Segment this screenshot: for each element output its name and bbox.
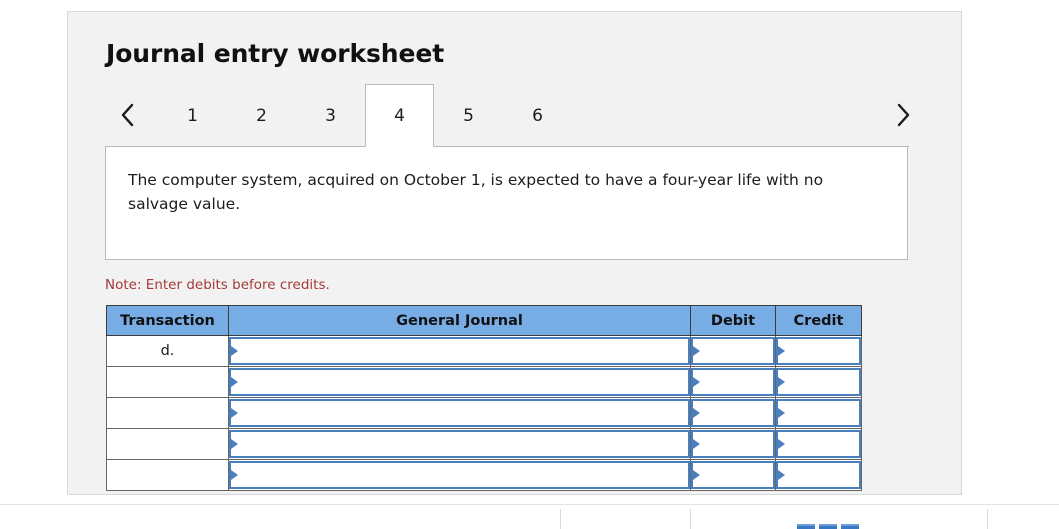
toolbar-button-group bbox=[797, 524, 859, 529]
general-journal-input-cell[interactable] bbox=[228, 428, 691, 460]
tab-3[interactable]: 3 bbox=[296, 84, 365, 147]
debit-input-cell[interactable] bbox=[690, 397, 776, 429]
tab-3-label: 3 bbox=[325, 105, 336, 126]
dropdown-arrow-icon[interactable] bbox=[778, 408, 785, 418]
dropdown-arrow-icon[interactable] bbox=[693, 470, 700, 480]
column-header-general-journal: General Journal bbox=[228, 305, 691, 336]
dropdown-arrow-icon[interactable] bbox=[693, 439, 700, 449]
credit-input-cell[interactable] bbox=[775, 428, 862, 460]
general-journal-input[interactable] bbox=[229, 368, 690, 396]
dropdown-arrow-icon[interactable] bbox=[231, 377, 238, 387]
toolbar-button-3[interactable] bbox=[841, 524, 859, 529]
general-journal-input-cell[interactable] bbox=[228, 366, 691, 398]
dropdown-arrow-icon[interactable] bbox=[231, 439, 238, 449]
toolbar-button-1[interactable] bbox=[797, 524, 815, 529]
tab-5[interactable]: 5 bbox=[434, 84, 503, 147]
credit-input-cell[interactable] bbox=[775, 459, 862, 491]
debit-input-cell[interactable] bbox=[690, 366, 776, 398]
dropdown-arrow-icon[interactable] bbox=[778, 470, 785, 480]
credit-input[interactable] bbox=[776, 399, 861, 427]
bottom-toolbar bbox=[0, 504, 1059, 529]
transaction-label-cell: d. bbox=[106, 335, 229, 367]
tab-1[interactable]: 1 bbox=[158, 84, 227, 147]
tab-list: 1 2 3 4 5 6 bbox=[158, 84, 572, 147]
toolbar-button-2[interactable] bbox=[819, 524, 837, 529]
general-journal-input[interactable] bbox=[229, 430, 690, 458]
toolbar-divider bbox=[690, 509, 691, 529]
debit-input[interactable] bbox=[691, 337, 775, 365]
debit-input[interactable] bbox=[691, 461, 775, 489]
credit-input-cell[interactable] bbox=[775, 335, 862, 367]
table-header-row: Transaction General Journal Debit Credit bbox=[106, 305, 862, 336]
debit-input-cell[interactable] bbox=[690, 335, 776, 367]
table-row bbox=[106, 366, 862, 398]
credit-input-cell[interactable] bbox=[775, 366, 862, 398]
debit-input-cell[interactable] bbox=[690, 459, 776, 491]
tab-6[interactable]: 6 bbox=[503, 84, 572, 147]
debit-input[interactable] bbox=[691, 368, 775, 396]
dropdown-arrow-icon[interactable] bbox=[693, 346, 700, 356]
general-journal-input-cell[interactable] bbox=[228, 397, 691, 429]
transaction-label-cell bbox=[106, 397, 229, 429]
general-journal-input[interactable] bbox=[229, 461, 690, 489]
journal-entry-worksheet-panel: Journal entry worksheet 1 2 3 4 5 6 The … bbox=[67, 11, 962, 495]
general-journal-input-cell[interactable] bbox=[228, 335, 691, 367]
journal-entry-table: Transaction General Journal Debit Credit… bbox=[106, 305, 862, 491]
column-header-transaction: Transaction bbox=[106, 305, 229, 336]
scenario-text: The computer system, acquired on October… bbox=[128, 171, 824, 213]
debit-input[interactable] bbox=[691, 430, 775, 458]
toolbar-divider bbox=[987, 509, 988, 529]
dropdown-arrow-icon[interactable] bbox=[231, 408, 238, 418]
tab-4[interactable]: 4 bbox=[365, 84, 434, 147]
transaction-label-cell bbox=[106, 366, 229, 398]
debit-input-cell[interactable] bbox=[690, 428, 776, 460]
dropdown-arrow-icon[interactable] bbox=[778, 439, 785, 449]
general-journal-input-cell[interactable] bbox=[228, 459, 691, 491]
dropdown-arrow-icon[interactable] bbox=[231, 470, 238, 480]
tab-1-label: 1 bbox=[187, 105, 198, 126]
table-row: d. bbox=[106, 335, 862, 367]
chevron-right-icon[interactable] bbox=[881, 84, 925, 146]
chevron-left-icon[interactable] bbox=[106, 84, 150, 146]
page-title: Journal entry worksheet bbox=[106, 39, 445, 68]
credit-input[interactable] bbox=[776, 430, 861, 458]
scenario-description-box: The computer system, acquired on October… bbox=[105, 146, 908, 260]
tab-5-label: 5 bbox=[463, 105, 474, 126]
general-journal-input[interactable] bbox=[229, 399, 690, 427]
toolbar-divider bbox=[560, 509, 561, 529]
tab-6-label: 6 bbox=[532, 105, 543, 126]
debit-input[interactable] bbox=[691, 399, 775, 427]
transaction-label-cell bbox=[106, 459, 229, 491]
dropdown-arrow-icon[interactable] bbox=[231, 346, 238, 356]
tab-4-label: 4 bbox=[394, 105, 405, 126]
dropdown-arrow-icon[interactable] bbox=[778, 346, 785, 356]
credit-input[interactable] bbox=[776, 368, 861, 396]
tab-2[interactable]: 2 bbox=[227, 84, 296, 147]
debits-before-credits-note: Note: Enter debits before credits. bbox=[105, 277, 330, 293]
dropdown-arrow-icon[interactable] bbox=[693, 408, 700, 418]
column-header-debit: Debit bbox=[690, 305, 776, 336]
credit-input[interactable] bbox=[776, 461, 861, 489]
column-header-credit: Credit bbox=[775, 305, 862, 336]
table-row bbox=[106, 397, 862, 429]
tab-strip: 1 2 3 4 5 6 bbox=[106, 84, 925, 148]
tab-2-label: 2 bbox=[256, 105, 267, 126]
transaction-label-cell bbox=[106, 428, 229, 460]
table-row bbox=[106, 459, 862, 491]
credit-input-cell[interactable] bbox=[775, 397, 862, 429]
general-journal-input[interactable] bbox=[229, 337, 690, 365]
dropdown-arrow-icon[interactable] bbox=[778, 377, 785, 387]
dropdown-arrow-icon[interactable] bbox=[693, 377, 700, 387]
credit-input[interactable] bbox=[776, 337, 861, 365]
table-row bbox=[106, 428, 862, 460]
